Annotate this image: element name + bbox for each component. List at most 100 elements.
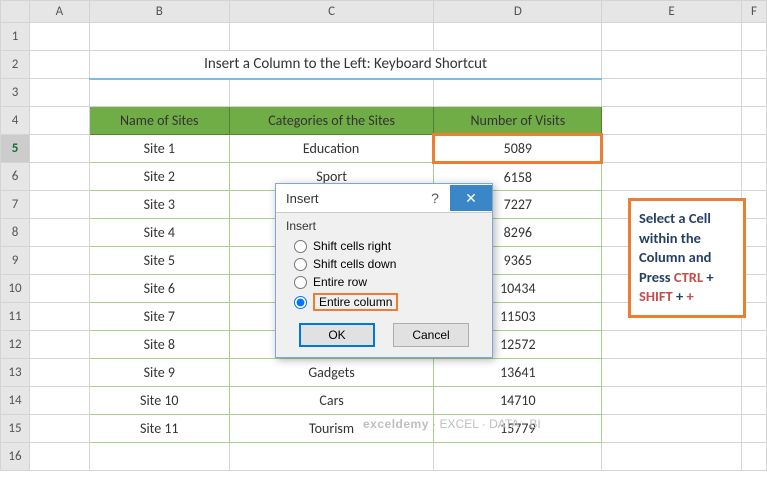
cell[interactable]	[29, 51, 89, 79]
radio-entire-column[interactable]: Entire column	[286, 291, 482, 313]
cell[interactable]	[741, 331, 766, 359]
cell[interactable]	[29, 23, 89, 51]
table-cell[interactable]: Site 2	[89, 163, 229, 191]
cell[interactable]	[89, 443, 229, 471]
radio-input[interactable]	[294, 258, 307, 271]
cell[interactable]	[29, 415, 89, 443]
cell[interactable]	[741, 107, 766, 135]
cell[interactable]	[741, 443, 766, 471]
cell[interactable]	[29, 331, 89, 359]
close-icon[interactable]: ✕	[450, 185, 492, 211]
radio-shift-right[interactable]: Shift cells right	[286, 237, 482, 255]
table-header[interactable]: Categories of the Sites	[229, 107, 434, 135]
row-header-7[interactable]: 7	[1, 191, 30, 219]
cell[interactable]	[602, 359, 742, 387]
table-cell[interactable]: Site 3	[89, 191, 229, 219]
table-cell[interactable]: Site 8	[89, 331, 229, 359]
cell[interactable]	[741, 51, 766, 79]
col-header-D[interactable]: D	[434, 1, 602, 23]
cell[interactable]	[741, 387, 766, 415]
row-header-1[interactable]: 1	[1, 23, 30, 51]
cell[interactable]	[434, 443, 602, 471]
cell[interactable]	[741, 23, 766, 51]
cell[interactable]	[29, 443, 89, 471]
row-header-2[interactable]: 2	[1, 51, 30, 79]
row-header-4[interactable]: 4	[1, 107, 30, 135]
cell[interactable]	[602, 415, 742, 443]
cell[interactable]	[229, 79, 434, 107]
row-header-9[interactable]: 9	[1, 247, 30, 275]
col-header-C[interactable]: C	[229, 1, 434, 23]
col-header-E[interactable]: E	[602, 1, 742, 23]
ok-button[interactable]: OK	[299, 323, 375, 347]
table-cell[interactable]: Site 6	[89, 275, 229, 303]
table-cell[interactable]: Education	[229, 135, 434, 163]
cell[interactable]	[602, 23, 742, 51]
cell[interactable]	[29, 303, 89, 331]
cancel-button[interactable]: Cancel	[393, 323, 469, 347]
cell[interactable]	[229, 23, 434, 51]
cell[interactable]	[602, 387, 742, 415]
cell[interactable]	[741, 163, 766, 191]
row-header-6[interactable]: 6	[1, 163, 30, 191]
col-header-B[interactable]: B	[89, 1, 229, 23]
table-cell[interactable]: Gadgets	[229, 359, 434, 387]
radio-input[interactable]	[294, 276, 307, 289]
cell[interactable]	[29, 107, 89, 135]
page-title[interactable]: Insert a Column to the Left: Keyboard Sh…	[89, 51, 601, 79]
cell[interactable]	[89, 79, 229, 107]
cell[interactable]	[29, 247, 89, 275]
select-all-corner[interactable]	[1, 1, 30, 23]
row-header-16[interactable]: 16	[1, 443, 30, 471]
cell[interactable]	[741, 415, 766, 443]
cell[interactable]	[29, 79, 89, 107]
table-cell[interactable]: Site 10	[89, 387, 229, 415]
table-header[interactable]: Name of Sites	[89, 107, 229, 135]
cell[interactable]	[434, 23, 602, 51]
row-header-3[interactable]: 3	[1, 79, 30, 107]
row-header-5[interactable]: 5	[1, 135, 30, 163]
row-header-11[interactable]: 11	[1, 303, 30, 331]
cell[interactable]	[29, 191, 89, 219]
table-cell[interactable]: Site 4	[89, 219, 229, 247]
table-cell[interactable]: Site 7	[89, 303, 229, 331]
cell[interactable]	[602, 163, 742, 191]
row-header-8[interactable]: 8	[1, 219, 30, 247]
table-cell[interactable]: Cars	[229, 387, 434, 415]
table-cell[interactable]: 14710	[434, 387, 602, 415]
cell[interactable]	[229, 443, 434, 471]
cell[interactable]	[29, 387, 89, 415]
cell[interactable]	[741, 359, 766, 387]
cell[interactable]	[29, 275, 89, 303]
cell[interactable]	[29, 135, 89, 163]
radio-input[interactable]	[294, 296, 307, 309]
cell[interactable]	[741, 79, 766, 107]
cell[interactable]	[602, 135, 742, 163]
table-header[interactable]: Number of Visits	[434, 107, 602, 135]
cell[interactable]	[29, 219, 89, 247]
table-cell[interactable]: Site 11	[89, 415, 229, 443]
cell[interactable]	[602, 331, 742, 359]
row-header-10[interactable]: 10	[1, 275, 30, 303]
row-header-15[interactable]: 15	[1, 415, 30, 443]
col-header-A[interactable]: A	[29, 1, 89, 23]
table-cell[interactable]: 13641	[434, 359, 602, 387]
cell[interactable]	[29, 163, 89, 191]
row-header-12[interactable]: 12	[1, 331, 30, 359]
radio-input[interactable]	[294, 240, 307, 253]
dialog-titlebar[interactable]: Insert ? ✕	[276, 184, 492, 213]
row-header-13[interactable]: 13	[1, 359, 30, 387]
row-header-14[interactable]: 14	[1, 387, 30, 415]
cell[interactable]	[89, 23, 229, 51]
radio-entire-row[interactable]: Entire row	[286, 273, 482, 291]
radio-shift-down[interactable]: Shift cells down	[286, 255, 482, 273]
table-cell[interactable]: Site 9	[89, 359, 229, 387]
cell[interactable]	[434, 79, 602, 107]
selected-cell[interactable]: 5089	[434, 135, 602, 163]
cell[interactable]	[29, 359, 89, 387]
cell[interactable]	[602, 51, 742, 79]
cell[interactable]	[602, 107, 742, 135]
help-icon[interactable]: ?	[420, 190, 450, 206]
cell[interactable]	[602, 79, 742, 107]
cell[interactable]	[602, 443, 742, 471]
